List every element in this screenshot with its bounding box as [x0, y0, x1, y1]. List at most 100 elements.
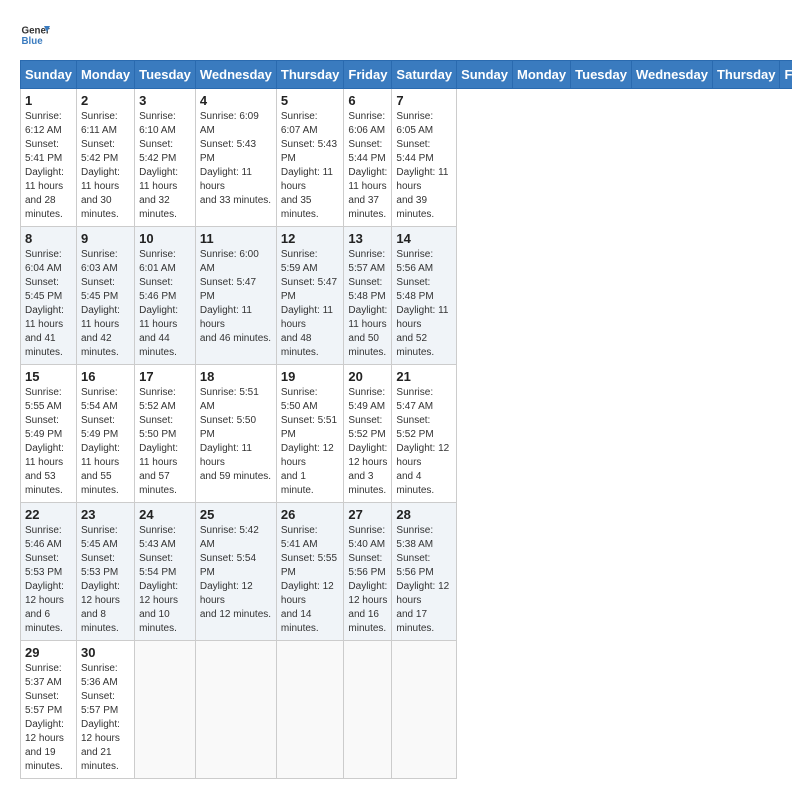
day-cell	[276, 641, 344, 779]
day-cell: 3 Sunrise: 6:10 AMSunset: 5:42 PMDaylight…	[135, 89, 196, 227]
day-info: Sunrise: 5:55 AMSunset: 5:49 PMDaylight:…	[25, 386, 72, 498]
header-monday: Monday	[76, 61, 134, 89]
header-thursday: Thursday	[276, 61, 344, 89]
day-info: Sunrise: 5:43 AMSunset: 5:54 PMDaylight:…	[139, 524, 191, 636]
header-wednesday: Wednesday	[631, 61, 712, 89]
day-info: Sunrise: 6:10 AMSunset: 5:42 PMDaylight:…	[139, 110, 191, 222]
day-info: Sunrise: 5:46 AMSunset: 5:53 PMDaylight:…	[25, 524, 72, 636]
day-number: 19	[281, 369, 340, 384]
header-tuesday: Tuesday	[571, 61, 632, 89]
day-info: Sunrise: 5:50 AMSunset: 5:51 PMDaylight:…	[281, 386, 340, 498]
header-thursday: Thursday	[712, 61, 780, 89]
day-info: Sunrise: 5:42 AMSunset: 5:54 PMDaylight:…	[200, 524, 272, 622]
day-cell: 5Sunrise: 6:07 AMSunset: 5:43 PMDaylight…	[276, 89, 344, 227]
day-number: 10	[139, 231, 191, 246]
day-cell: 10 Sunrise: 6:01 AMSunset: 5:46 PMDayligh…	[135, 227, 196, 365]
day-info: Sunrise: 5:57 AMSunset: 5:48 PMDaylight:…	[348, 248, 387, 360]
day-cell: 1 Sunrise: 6:12 AMSunset: 5:41 PMDaylight…	[21, 89, 77, 227]
day-cell: 18 Sunrise: 5:51 AMSunset: 5:50 PMDayligh…	[195, 365, 276, 503]
day-info: Sunrise: 5:56 AMSunset: 5:48 PMDaylight:…	[396, 248, 452, 360]
day-cell	[195, 641, 276, 779]
day-number: 17	[139, 369, 191, 384]
day-cell: 20 Sunrise: 5:49 AMSunset: 5:52 PMDayligh…	[344, 365, 392, 503]
day-info: Sunrise: 6:04 AMSunset: 5:45 PMDaylight:…	[25, 248, 72, 360]
svg-text:Blue: Blue	[22, 36, 44, 47]
day-cell: 26Sunrise: 5:41 AMSunset: 5:55 PMDayligh…	[276, 503, 344, 641]
logo-icon: General Blue	[20, 20, 50, 50]
day-info: Sunrise: 5:41 AMSunset: 5:55 PMDaylight:…	[281, 524, 340, 636]
calendar-header-row: SundayMondayTuesdayWednesdayThursdayFrid…	[21, 61, 792, 89]
day-number: 13	[348, 231, 387, 246]
day-number: 3	[139, 93, 191, 108]
day-info: Sunrise: 5:37 AMSunset: 5:57 PMDaylight:…	[25, 662, 72, 774]
day-cell	[344, 641, 392, 779]
day-cell: 25Sunrise: 5:42 AMSunset: 5:54 PMDayligh…	[195, 503, 276, 641]
day-info: Sunrise: 5:38 AMSunset: 5:56 PMDaylight:…	[396, 524, 452, 636]
day-number: 12	[281, 231, 340, 246]
day-cell: 11 Sunrise: 6:00 AMSunset: 5:47 PMDayligh…	[195, 227, 276, 365]
header-friday: Friday	[780, 61, 792, 89]
day-cell: 2 Sunrise: 6:11 AMSunset: 5:42 PMDaylight…	[76, 89, 134, 227]
calendar-week-3: 15 Sunrise: 5:55 AMSunset: 5:49 PMDayligh…	[21, 365, 792, 503]
page-header: General Blue	[20, 20, 772, 50]
day-cell: 24 Sunrise: 5:43 AMSunset: 5:54 PMDayligh…	[135, 503, 196, 641]
day-number: 21	[396, 369, 452, 384]
day-info: Sunrise: 6:12 AMSunset: 5:41 PMDaylight:…	[25, 110, 72, 222]
day-number: 20	[348, 369, 387, 384]
header-friday: Friday	[344, 61, 392, 89]
day-cell	[135, 641, 196, 779]
calendar-week-2: 8Sunrise: 6:04 AMSunset: 5:45 PMDaylight…	[21, 227, 792, 365]
day-info: Sunrise: 6:05 AMSunset: 5:44 PMDaylight:…	[396, 110, 452, 222]
day-info: Sunrise: 5:40 AMSunset: 5:56 PMDaylight:…	[348, 524, 387, 636]
day-number: 24	[139, 507, 191, 522]
header-saturday: Saturday	[392, 61, 457, 89]
day-number: 5	[281, 93, 340, 108]
day-info: Sunrise: 6:09 AMSunset: 5:43 PMDaylight:…	[200, 110, 272, 208]
day-info: Sunrise: 5:49 AMSunset: 5:52 PMDaylight:…	[348, 386, 387, 498]
header-monday: Monday	[513, 61, 571, 89]
day-cell: 16 Sunrise: 5:54 AMSunset: 5:49 PMDayligh…	[76, 365, 134, 503]
day-cell: 17 Sunrise: 5:52 AMSunset: 5:50 PMDayligh…	[135, 365, 196, 503]
day-number: 6	[348, 93, 387, 108]
day-number: 27	[348, 507, 387, 522]
header-tuesday: Tuesday	[135, 61, 196, 89]
day-cell: 13 Sunrise: 5:57 AMSunset: 5:48 PMDayligh…	[344, 227, 392, 365]
calendar-week-5: 29 Sunrise: 5:37 AMSunset: 5:57 PMDayligh…	[21, 641, 792, 779]
day-number: 2	[81, 93, 130, 108]
day-cell: 19 Sunrise: 5:50 AMSunset: 5:51 PMDayligh…	[276, 365, 344, 503]
day-cell: 15 Sunrise: 5:55 AMSunset: 5:49 PMDayligh…	[21, 365, 77, 503]
calendar-week-4: 22Sunrise: 5:46 AMSunset: 5:53 PMDayligh…	[21, 503, 792, 641]
day-cell: 23 Sunrise: 5:45 AMSunset: 5:53 PMDayligh…	[76, 503, 134, 641]
day-number: 30	[81, 645, 130, 660]
day-number: 15	[25, 369, 72, 384]
day-cell: 14 Sunrise: 5:56 AMSunset: 5:48 PMDayligh…	[392, 227, 457, 365]
day-cell	[392, 641, 457, 779]
header-sunday: Sunday	[21, 61, 77, 89]
day-info: Sunrise: 6:11 AMSunset: 5:42 PMDaylight:…	[81, 110, 130, 222]
day-number: 9	[81, 231, 130, 246]
day-cell: 4Sunrise: 6:09 AMSunset: 5:43 PMDaylight…	[195, 89, 276, 227]
day-info: Sunrise: 5:36 AMSunset: 5:57 PMDaylight:…	[81, 662, 130, 774]
day-number: 16	[81, 369, 130, 384]
day-info: Sunrise: 5:45 AMSunset: 5:53 PMDaylight:…	[81, 524, 130, 636]
day-info: Sunrise: 5:51 AMSunset: 5:50 PMDaylight:…	[200, 386, 272, 484]
day-info: Sunrise: 6:01 AMSunset: 5:46 PMDaylight:…	[139, 248, 191, 360]
day-cell: 28Sunrise: 5:38 AMSunset: 5:56 PMDayligh…	[392, 503, 457, 641]
day-info: Sunrise: 5:52 AMSunset: 5:50 PMDaylight:…	[139, 386, 191, 498]
day-number: 29	[25, 645, 72, 660]
logo: General Blue	[20, 20, 50, 50]
day-info: Sunrise: 6:00 AMSunset: 5:47 PMDaylight:…	[200, 248, 272, 346]
day-cell: 22Sunrise: 5:46 AMSunset: 5:53 PMDayligh…	[21, 503, 77, 641]
calendar-table: SundayMondayTuesdayWednesdayThursdayFrid…	[20, 60, 792, 779]
day-number: 18	[200, 369, 272, 384]
day-info: Sunrise: 5:54 AMSunset: 5:49 PMDaylight:…	[81, 386, 130, 498]
day-number: 14	[396, 231, 452, 246]
day-number: 23	[81, 507, 130, 522]
day-cell: 6 Sunrise: 6:06 AMSunset: 5:44 PMDaylight…	[344, 89, 392, 227]
day-info: Sunrise: 5:59 AMSunset: 5:47 PMDaylight:…	[281, 248, 340, 360]
day-info: Sunrise: 6:06 AMSunset: 5:44 PMDaylight:…	[348, 110, 387, 222]
calendar-week-1: 1 Sunrise: 6:12 AMSunset: 5:41 PMDaylight…	[21, 89, 792, 227]
day-number: 11	[200, 231, 272, 246]
day-number: 7	[396, 93, 452, 108]
day-number: 1	[25, 93, 72, 108]
